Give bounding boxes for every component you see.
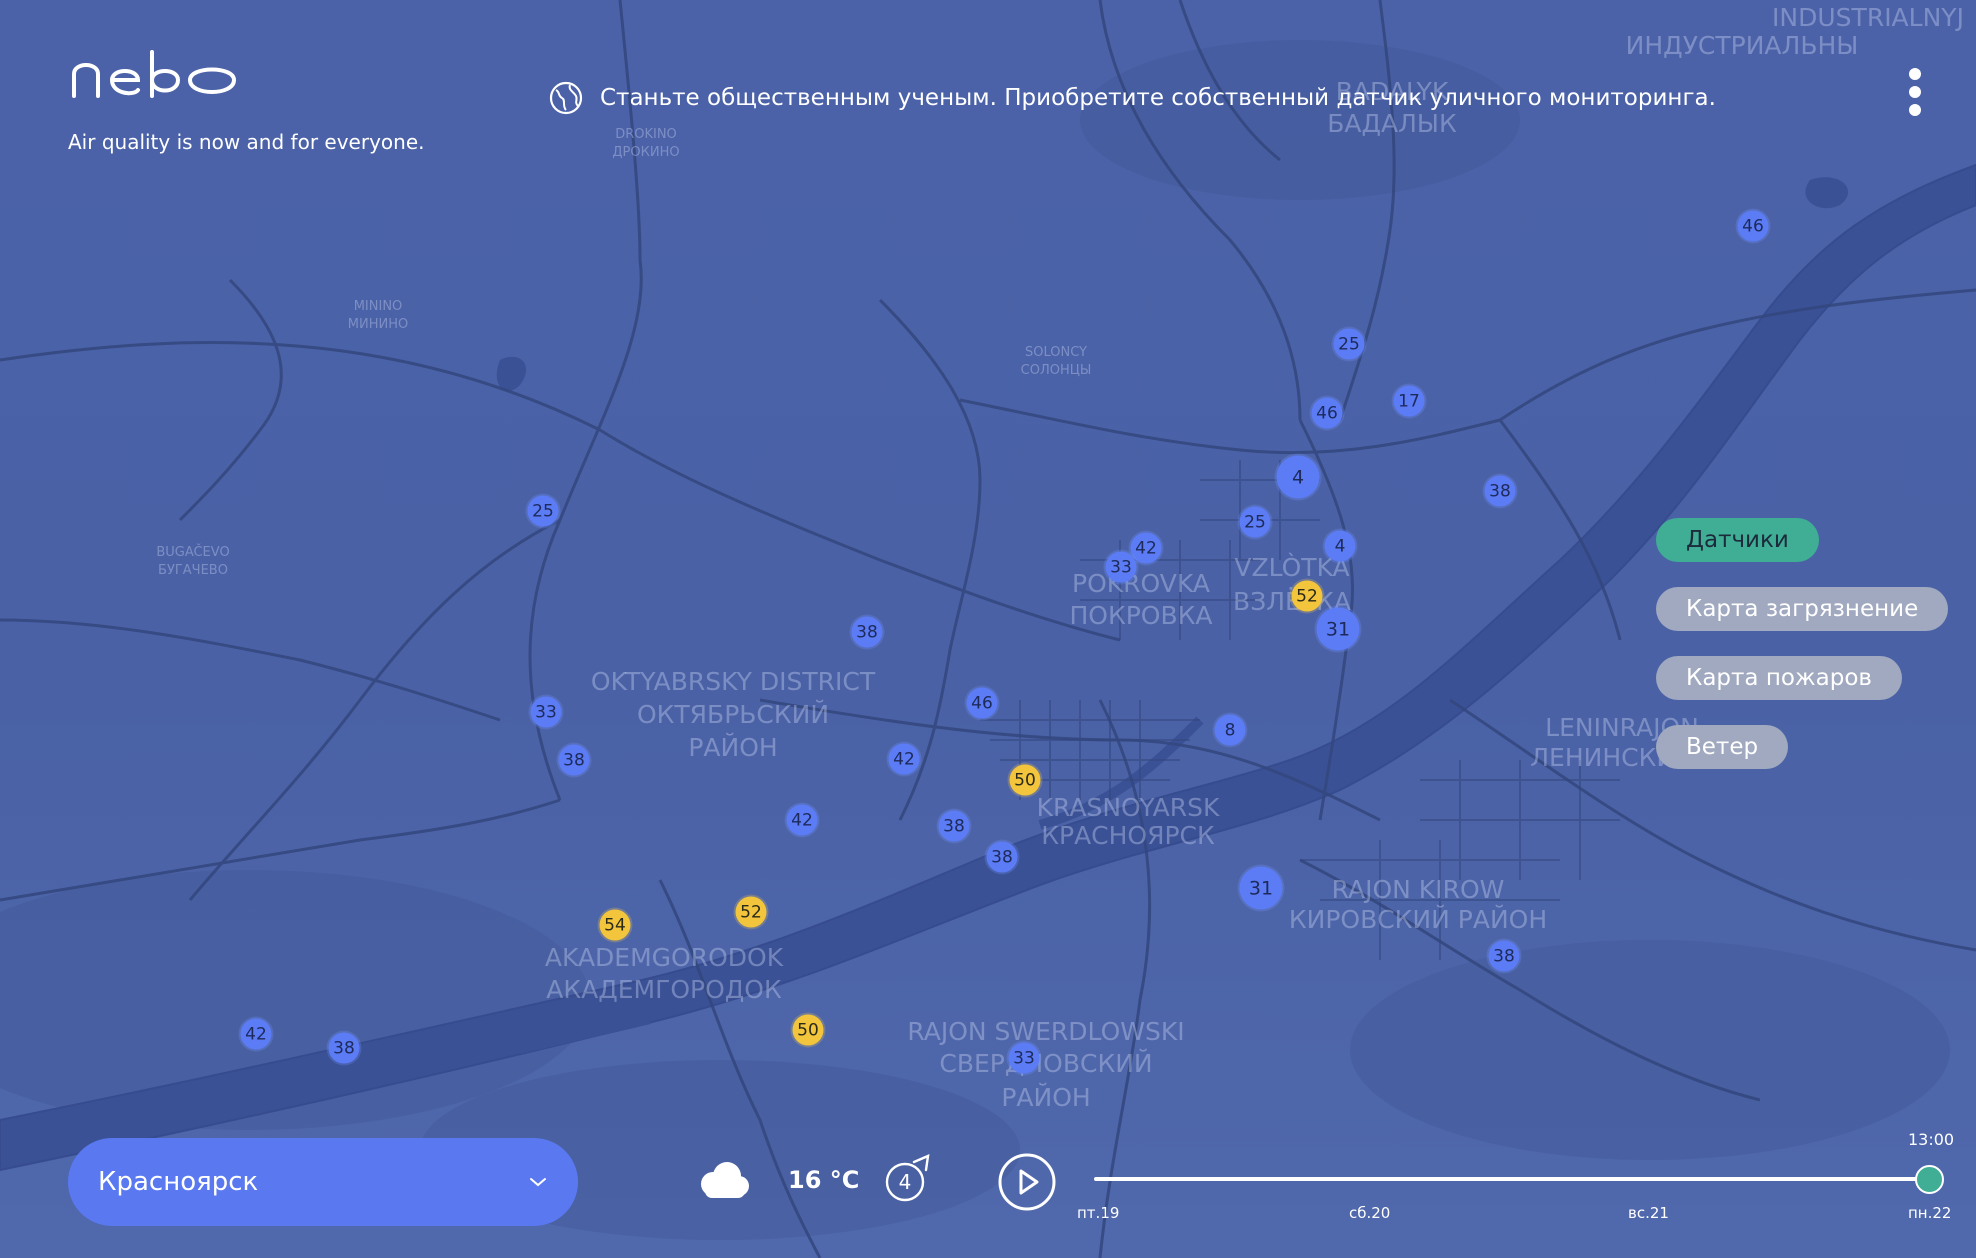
promo-banner[interactable]: Станьте общественным ученым. Приобретите…	[548, 80, 1716, 116]
play-icon[interactable]	[998, 1153, 1056, 1211]
wind-speed: 4	[898, 1170, 912, 1194]
layer-label: Карта загрязнение	[1686, 596, 1919, 622]
city-select-value: Красноярск	[98, 1167, 259, 1197]
layer-button-pollution-map[interactable]: Карта загрязнение	[1656, 587, 1949, 631]
sensor-marker[interactable]: 38	[1488, 940, 1520, 972]
sensor-marker[interactable]: 25	[1239, 506, 1271, 538]
sensor-marker[interactable]: 8	[1214, 714, 1246, 746]
timeline-day-label: пт.19	[1077, 1204, 1120, 1222]
layer-label: Ветер	[1686, 734, 1759, 760]
menu-dot	[1909, 68, 1921, 80]
timeline-day-label: сб.20	[1349, 1204, 1391, 1222]
sensor-marker[interactable]: 38	[986, 841, 1018, 873]
city-select[interactable]: Красноярск	[68, 1138, 578, 1226]
sensor-marker[interactable]: 42	[888, 743, 920, 775]
map-view[interactable]: INDUSTRIALNYJ ИНДУСТРИАЛЬНЫ BADALYK БАДАЛЫК…	[0, 0, 1976, 1258]
sensor-marker[interactable]: 52	[735, 896, 767, 928]
sensor-marker[interactable]: 50	[792, 1014, 824, 1046]
sensor-marker[interactable]: 25	[527, 495, 559, 527]
layer-label: Датчики	[1686, 527, 1789, 553]
menu-dot	[1909, 104, 1921, 116]
sensor-marker[interactable]: 25	[1333, 328, 1365, 360]
timeline-day-label: пн.22	[1908, 1204, 1952, 1222]
sensor-marker[interactable]: 38	[851, 616, 883, 648]
kebab-menu-icon[interactable]	[1900, 68, 1930, 128]
sensor-marker[interactable]: 33	[530, 696, 562, 728]
menu-dot	[1909, 86, 1921, 98]
sensor-marker[interactable]: 38	[558, 744, 590, 776]
sensor-marker[interactable]: 46	[1311, 397, 1343, 429]
sensor-marker[interactable]: 33	[1105, 551, 1137, 583]
layer-button-sensors[interactable]: Датчики	[1656, 518, 1819, 562]
timeline-current-time: 13:00	[1908, 1130, 1955, 1149]
timeline-day-label: вс.21	[1628, 1204, 1669, 1222]
sensor-marker[interactable]: 50	[1009, 764, 1041, 796]
sensor-marker[interactable]: 46	[966, 687, 998, 719]
logo-mark	[72, 50, 237, 98]
nebo-logo[interactable]: nebo	[70, 50, 240, 106]
sensor-marker[interactable]: 4	[1324, 530, 1356, 562]
timeline-track[interactable]	[1094, 1177, 1930, 1181]
promo-text[interactable]: Станьте общественным ученым. Приобретите…	[600, 85, 1716, 111]
layer-button-fire-map[interactable]: Карта пожаров	[1656, 656, 1902, 700]
sensor-marker[interactable]: 31	[1316, 607, 1360, 651]
sensor-marker[interactable]: 42	[786, 804, 818, 836]
sensor-marker[interactable]: 38	[328, 1032, 360, 1064]
sensor-marker[interactable]: 38	[938, 810, 970, 842]
sensor-marker[interactable]: 4	[1276, 455, 1320, 499]
layer-button-wind[interactable]: Ветер	[1656, 725, 1789, 769]
sensor-marker[interactable]: 42	[1130, 532, 1162, 564]
sensor-marker[interactable]: 52	[1291, 580, 1323, 612]
sensor-marker[interactable]: 46	[1737, 210, 1769, 242]
cloud-icon	[701, 1162, 749, 1198]
chevron-down-icon	[530, 1178, 546, 1187]
sensor-marker[interactable]: 17	[1393, 385, 1425, 417]
globe-icon	[549, 81, 583, 115]
temperature: 16 °C	[788, 1166, 860, 1194]
tagline: Air quality is now and for everyone.	[68, 130, 425, 154]
sensor-marker[interactable]: 42	[240, 1018, 272, 1050]
sensor-marker[interactable]: 54	[599, 909, 631, 941]
timeline-handle[interactable]	[1915, 1165, 1944, 1194]
sensor-marker[interactable]: 38	[1484, 475, 1516, 507]
sensor-marker[interactable]: 31	[1239, 866, 1283, 910]
layer-label: Карта пожаров	[1686, 665, 1872, 691]
sensor-marker[interactable]: 33	[1008, 1042, 1040, 1074]
